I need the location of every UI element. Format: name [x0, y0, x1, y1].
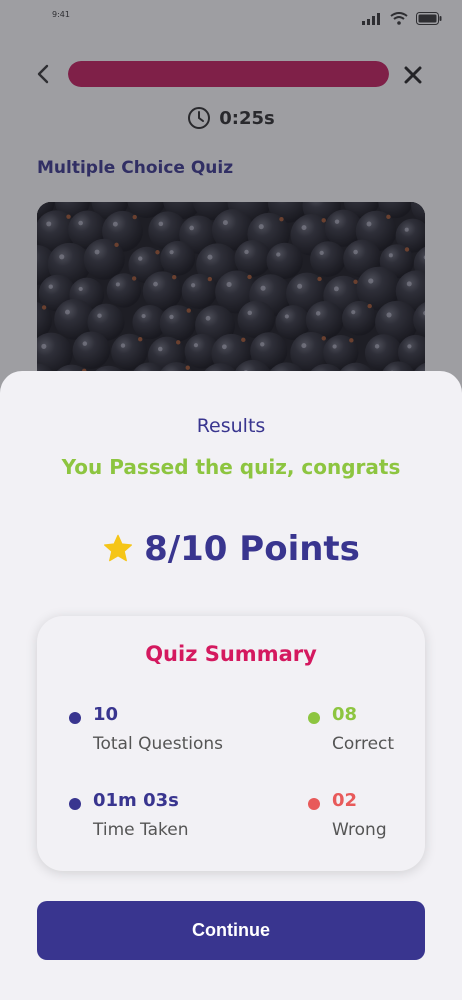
points-row: 8/10 Points: [0, 529, 462, 569]
points-score: 8/10 Points: [144, 529, 360, 569]
continue-button[interactable]: Continue: [37, 901, 425, 960]
stat-label: Wrong: [332, 820, 387, 840]
stat-value: 01m 03s: [93, 790, 179, 811]
stat-value: 02: [332, 790, 358, 811]
star-icon: [104, 534, 133, 562]
stat-dot: [308, 712, 320, 724]
stat-dot: [69, 712, 81, 724]
stat-dot: [308, 798, 320, 810]
pass-message: You Passed the quiz, congrats: [61, 455, 401, 479]
results-heading: Results: [196, 415, 266, 437]
quiz-summary-card: Quiz Summary 10 Total Questions 08 Corre…: [37, 616, 425, 871]
stat-label: Total Questions: [93, 734, 223, 754]
stat-label: Time Taken: [93, 820, 189, 840]
results-sheet: Results You Passed the quiz, congrats 8/…: [0, 371, 462, 1000]
stat-value: 10: [93, 704, 119, 725]
stat-label: Correct: [332, 734, 395, 754]
stat-dot: [69, 798, 81, 810]
summary-title: Quiz Summary: [145, 642, 317, 666]
stat-value: 08: [332, 704, 358, 725]
